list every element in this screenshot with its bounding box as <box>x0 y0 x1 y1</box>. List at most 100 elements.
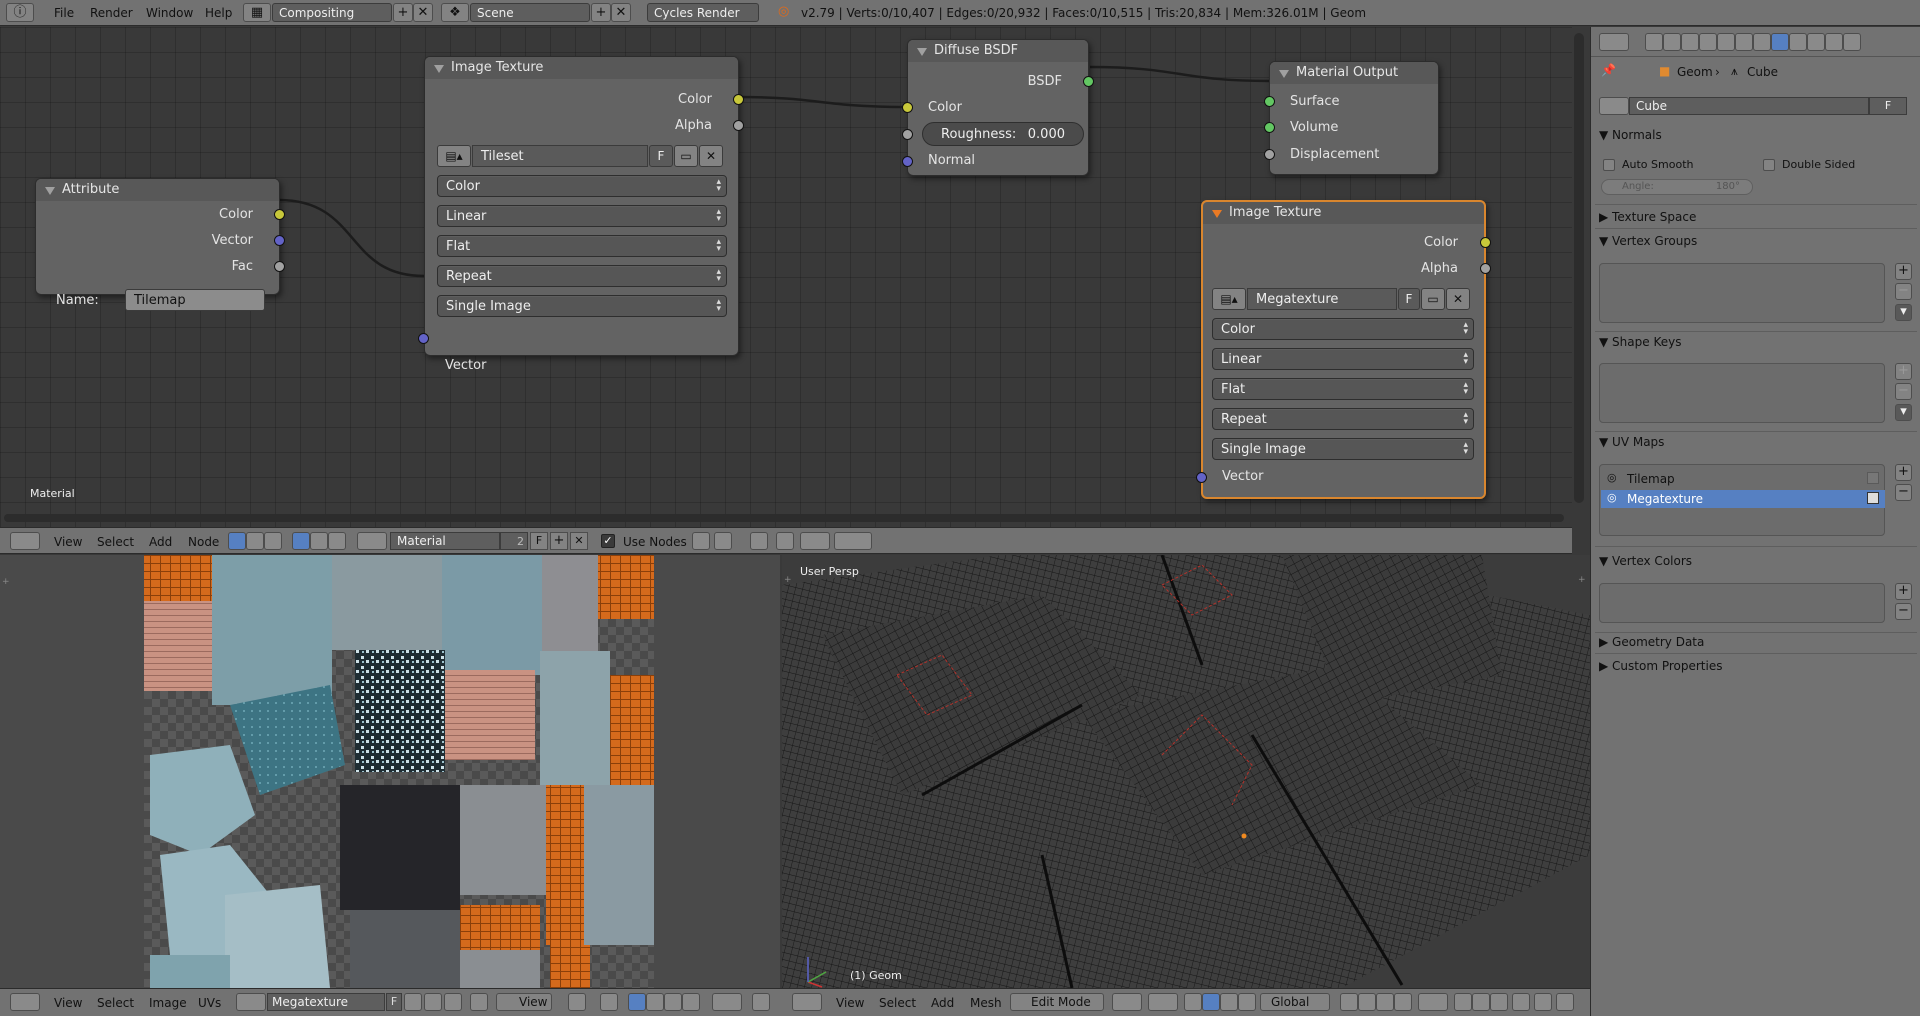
constraints-tab-icon[interactable] <box>1735 33 1753 51</box>
uv-menu-select[interactable]: Select <box>97 996 134 1010</box>
pin-icon[interactable]: 📌 <box>1601 63 1616 77</box>
render-layers-tab-icon[interactable] <box>1663 33 1681 51</box>
attribute-node-header[interactable]: Attribute <box>36 179 279 201</box>
auto-smooth-checkbox[interactable] <box>1603 159 1615 171</box>
image-browse-icon[interactable]: ▤▴ <box>1212 288 1246 310</box>
shader-nodes-icon[interactable] <box>228 532 246 550</box>
editor-type-image-icon[interactable] <box>10 993 40 1011</box>
image1-color-socket[interactable] <box>733 94 744 105</box>
output-node-header[interactable]: Material Output <box>1270 62 1438 84</box>
parent-node-icon[interactable] <box>714 532 732 550</box>
pivot-point-icon[interactable] <box>1148 993 1178 1011</box>
texture-nodes-icon[interactable] <box>264 532 282 550</box>
geometry-data-panel-header[interactable]: ▶ Geometry Data <box>1599 635 1704 649</box>
viewport-menu-add[interactable]: Add <box>931 996 954 1010</box>
diffuse-node-header[interactable]: Diffuse BSDF <box>908 40 1088 62</box>
image1-source-dropdown[interactable]: Single Image ▴ ▾ <box>437 295 727 317</box>
node-menu-select[interactable]: Select <box>97 535 134 549</box>
uv-sync-icon[interactable] <box>600 993 618 1011</box>
material-unlink-icon[interactable]: ✕ <box>570 532 588 550</box>
active-render-camera-icon[interactable] <box>1867 472 1879 484</box>
attribute-node[interactable]: Attribute Color Vector Fac <box>35 178 285 295</box>
sticky-selection-icon[interactable] <box>712 993 742 1011</box>
viewport-menu-select[interactable]: Select <box>879 996 916 1010</box>
vertex-group-remove-icon[interactable]: − <box>1895 283 1912 300</box>
select-island-icon[interactable] <box>682 993 700 1011</box>
roughness-slider[interactable]: Roughness: 0.000 <box>922 122 1084 146</box>
object-shader-icon[interactable] <box>292 532 310 550</box>
material-output-node[interactable]: Material Output Surface Volume Displacem… <box>1264 61 1439 175</box>
material-fake-user-button[interactable]: F <box>530 532 548 550</box>
vertical-scrollbar[interactable] <box>1574 33 1584 503</box>
editor-type-3dview-icon[interactable] <box>792 993 822 1011</box>
vertex-color-remove-icon[interactable]: − <box>1895 603 1912 620</box>
image1-projection-dropdown[interactable]: Flat ▴ ▾ <box>437 235 727 257</box>
material-add-icon[interactable]: + <box>550 532 568 550</box>
image1-name-field[interactable]: Tileset <box>472 145 648 167</box>
diffuse-normal-socket[interactable] <box>902 156 913 167</box>
menu-help[interactable]: Help <box>205 6 232 20</box>
collapse-triangle-icon[interactable] <box>917 48 927 56</box>
vertex-color-add-icon[interactable]: + <box>1895 583 1912 600</box>
uv-toolshelf-toggle-icon[interactable]: + <box>2 577 10 587</box>
select-edge-icon[interactable] <box>646 993 664 1011</box>
vertex-colors-list[interactable] <box>1599 583 1885 623</box>
image-browse-icon[interactable] <box>236 993 266 1011</box>
diffuse-roughness-socket[interactable] <box>902 129 913 140</box>
custom-properties-panel-header[interactable]: ▶ Custom Properties <box>1599 659 1722 673</box>
render-tab-icon[interactable] <box>1645 33 1663 51</box>
image1-color-space-dropdown[interactable]: Color ▴ ▾ <box>437 175 727 197</box>
shape-key-remove-icon[interactable]: − <box>1895 383 1912 400</box>
viewport-menu-mesh[interactable]: Mesh <box>970 996 1002 1010</box>
uv-menu-uvs[interactable]: UVs <box>198 996 221 1010</box>
active-render-camera-icon[interactable] <box>1867 492 1879 504</box>
image-texture-node-tileset[interactable]: Image Texture Color Alpha ▤▴ Tileset F ▭… <box>424 56 744 373</box>
uv-map-add-icon[interactable]: + <box>1895 464 1912 481</box>
rotate-manipulator-icon[interactable] <box>1220 993 1238 1011</box>
image2-color-socket[interactable] <box>1480 237 1491 248</box>
auto-smooth-angle-field[interactable]: Angle: 180° <box>1601 179 1753 195</box>
snap-element-icon[interactable] <box>776 532 794 550</box>
mesh-fake-user-button[interactable]: F <box>1869 97 1907 115</box>
image2-extension-dropdown[interactable]: Repeat ▴ ▾ <box>1212 408 1474 430</box>
backdrop-icon[interactable] <box>692 532 710 550</box>
uv-menu-image[interactable]: Image <box>149 996 187 1010</box>
3d-viewport[interactable]: User Persp (1) Geom + + <box>782 555 1590 988</box>
shape-key-add-icon[interactable]: + <box>1895 363 1912 380</box>
viewport-toolshelf-toggle-icon[interactable]: + <box>784 575 792 585</box>
use-nodes-checkbox[interactable]: ✓ <box>601 534 615 548</box>
particles-tab-icon[interactable] <box>1825 33 1843 51</box>
image1-fake-user-button[interactable]: F <box>649 145 673 167</box>
material-browse-icon[interactable] <box>357 532 387 550</box>
normals-panel-header[interactable]: ▼ Normals <box>1599 128 1662 142</box>
diffuse-bsdf-socket[interactable] <box>1083 76 1094 87</box>
image-pin-icon[interactable] <box>470 993 488 1011</box>
double-sided-checkbox[interactable] <box>1763 159 1775 171</box>
uv-map-remove-icon[interactable]: − <box>1895 484 1912 501</box>
scene-tab-icon[interactable] <box>1681 33 1699 51</box>
face-select-icon[interactable] <box>1376 993 1394 1011</box>
node-menu-view[interactable]: View <box>54 535 82 549</box>
uv-view-mode-dropdown[interactable]: View <box>496 993 552 1011</box>
scene-icon[interactable]: ❖ <box>441 3 469 22</box>
attribute-name-field[interactable]: Tilemap <box>125 289 265 311</box>
collapse-triangle-icon[interactable] <box>434 65 444 73</box>
diffuse-color-socket[interactable] <box>902 102 913 113</box>
viewport-menu-view[interactable]: View <box>836 996 864 1010</box>
screen-layout-icon[interactable]: ▦ <box>243 3 271 22</box>
compositing-nodes-icon[interactable] <box>246 532 264 550</box>
uv-map-item-megatexture[interactable]: ◎ Megatexture <box>1601 490 1885 508</box>
image-texture-node-header[interactable]: Image Texture <box>1203 202 1484 224</box>
shape-keys-list[interactable] <box>1599 363 1885 423</box>
folder-open-icon[interactable]: ▭ <box>1421 288 1445 310</box>
image-texture-node-megatexture[interactable]: Image Texture Color Alpha ▤▴ Megatexture… <box>1196 200 1491 499</box>
opengl-render-icon[interactable] <box>1556 993 1574 1011</box>
properties-editor[interactable]: 📌 ■ Geom › ⩚ Cube Cube F ▼ Normals Auto … <box>1590 27 1920 1016</box>
horizontal-scrollbar[interactable] <box>4 514 1564 522</box>
select-vertex-icon[interactable] <box>628 993 646 1011</box>
material-users-count[interactable]: 2 <box>500 532 528 550</box>
output-displacement-socket[interactable] <box>1264 149 1275 160</box>
image2-projection-dropdown[interactable]: Flat ▴ ▾ <box>1212 378 1474 400</box>
menu-render[interactable]: Render <box>90 6 133 20</box>
collapse-triangle-icon[interactable] <box>1212 210 1222 218</box>
